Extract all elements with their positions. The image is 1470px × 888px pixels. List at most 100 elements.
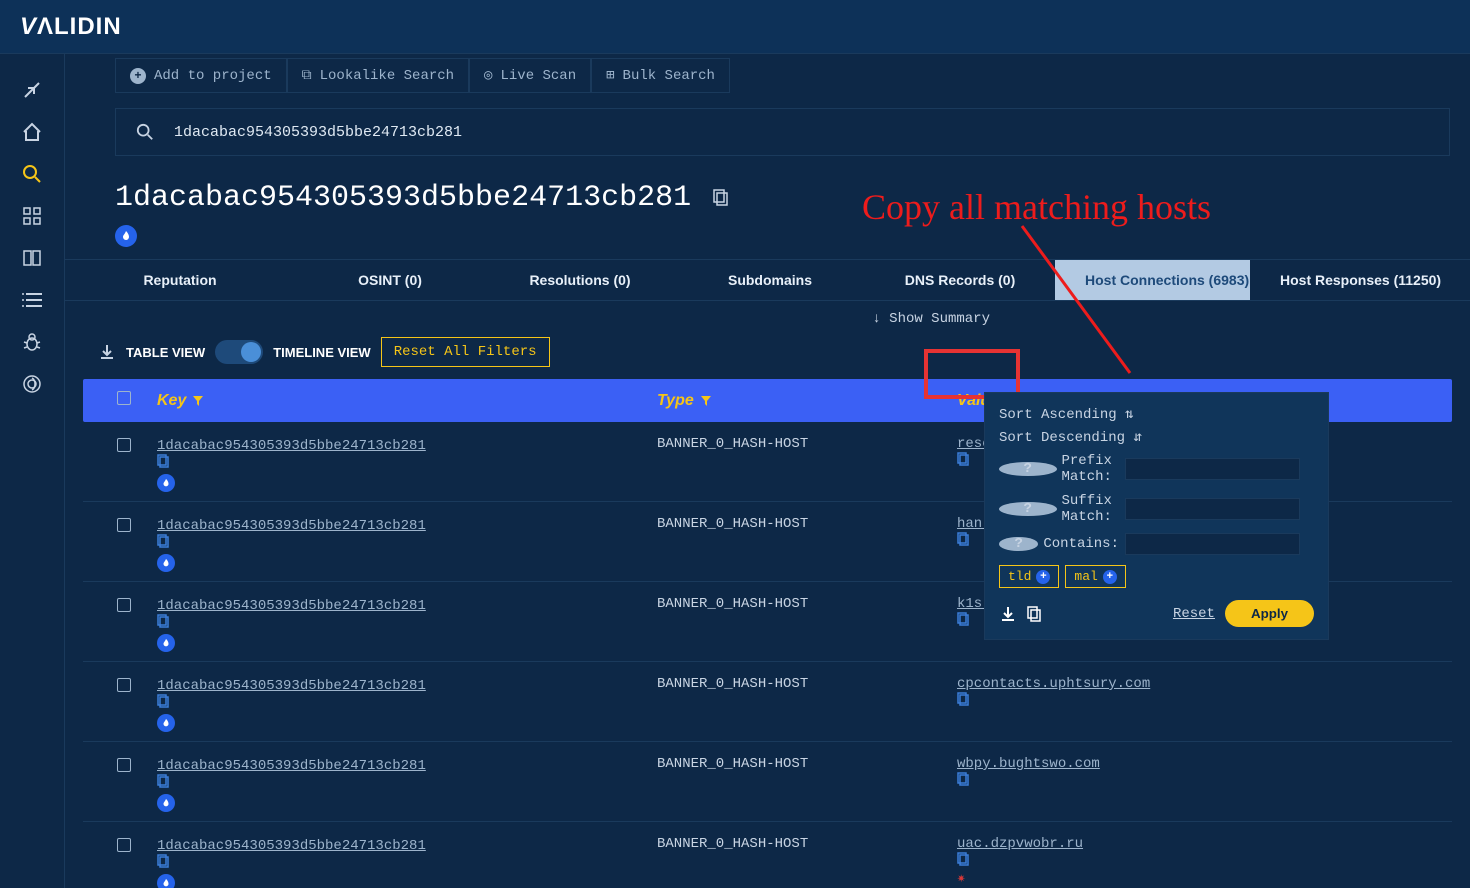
sort-ascending[interactable]: Sort Ascending ⇅ xyxy=(999,403,1314,426)
copy-icon[interactable] xyxy=(157,614,657,628)
download-all-icon[interactable] xyxy=(98,343,116,361)
filter-chip-mal[interactable]: mal+ xyxy=(1065,565,1125,588)
column-type[interactable]: Type xyxy=(657,392,957,410)
search-icon[interactable] xyxy=(21,163,43,185)
add-chip-icon: + xyxy=(1103,570,1117,584)
row-checkbox[interactable] xyxy=(117,598,131,612)
row-checkbox[interactable] xyxy=(117,518,131,532)
add-to-project-button[interactable]: + Add to project xyxy=(115,58,287,93)
copy-icon[interactable] xyxy=(157,854,657,868)
filter-apply-button[interactable]: Apply xyxy=(1225,600,1314,627)
tab-osint[interactable]: OSINT (0) xyxy=(295,260,485,300)
copy-filtered-icon[interactable] xyxy=(1027,606,1043,622)
row-type: BANNER_0_HASH-HOST xyxy=(657,516,957,532)
sort-desc-icon: ⇵ xyxy=(1133,430,1141,446)
lookalike-label: Lookalike Search xyxy=(320,68,454,84)
scan-icon: ◎ xyxy=(484,67,492,84)
threat-badge-icon xyxy=(157,474,175,492)
threat-badge-icon xyxy=(157,634,175,652)
row-checkbox[interactable] xyxy=(117,678,131,692)
row-value-link[interactable]: wbpy.bughtswo.com xyxy=(957,756,1100,772)
download-filtered-icon[interactable] xyxy=(999,605,1017,623)
bulk-search-label: Bulk Search xyxy=(623,68,715,84)
row-key-link[interactable]: 1dacabac954305393d5bbe24713cb281 xyxy=(157,438,426,454)
copy-icon[interactable] xyxy=(157,774,657,788)
copy-icon[interactable] xyxy=(957,692,1158,706)
arrow-down-icon: ↓ xyxy=(872,311,880,327)
threat-badge-icon xyxy=(157,714,175,732)
row-key-link[interactable]: 1dacabac954305393d5bbe24713cb281 xyxy=(157,838,426,854)
threat-badge xyxy=(115,225,137,247)
lookalike-search-button[interactable]: ⧉ Lookalike Search xyxy=(287,58,469,93)
tab-dns-records[interactable]: DNS Records (0) xyxy=(865,260,1055,300)
table-row: 1dacabac954305393d5bbe24713cb281 BANNER_… xyxy=(83,822,1452,888)
search-value: 1dacabac954305393d5bbe24713cb281 xyxy=(174,124,462,141)
copy-icon[interactable] xyxy=(157,534,657,548)
copy-stack-icon: ⧉ xyxy=(302,68,312,84)
sidebar xyxy=(0,54,65,888)
prefix-match-input[interactable] xyxy=(1125,458,1300,480)
home-icon[interactable] xyxy=(21,121,43,143)
copy-title-icon[interactable] xyxy=(713,189,731,207)
column-key[interactable]: Key xyxy=(157,392,657,410)
tab-host-responses[interactable]: Host Responses (11250) xyxy=(1250,260,1445,300)
select-all-checkbox[interactable] xyxy=(117,391,131,405)
row-key-link[interactable]: 1dacabac954305393d5bbe24713cb281 xyxy=(157,678,426,694)
page-title: 1dacabac954305393d5bbe24713cb281 xyxy=(115,181,691,215)
row-checkbox[interactable] xyxy=(117,758,131,772)
help-icon[interactable]: ? xyxy=(999,537,1038,551)
threat-badge-icon xyxy=(157,874,175,888)
row-checkbox[interactable] xyxy=(117,438,131,452)
copy-icon[interactable] xyxy=(957,852,1091,866)
threat-badge-icon xyxy=(157,554,175,572)
grid-icon[interactable] xyxy=(21,205,43,227)
show-summary-toggle[interactable]: ↓ Show Summary xyxy=(872,311,990,327)
filter-icon xyxy=(700,395,712,407)
help-icon[interactable]: ? xyxy=(999,502,1057,516)
copy-icon[interactable] xyxy=(957,772,1108,786)
row-key-link[interactable]: 1dacabac954305393d5bbe24713cb281 xyxy=(157,518,426,534)
grid-small-icon: ⊞ xyxy=(606,67,614,84)
table-row: 1dacabac954305393d5bbe24713cb281 BANNER_… xyxy=(83,742,1452,822)
suffix-match-input[interactable] xyxy=(1125,498,1300,520)
search-icon xyxy=(136,123,154,141)
plus-icon: + xyxy=(130,68,146,84)
list-icon[interactable] xyxy=(21,289,43,311)
tab-reputation[interactable]: Reputation xyxy=(65,260,295,300)
searchbar[interactable]: 1dacabac954305393d5bbe24713cb281 xyxy=(115,108,1450,156)
row-type: BANNER_0_HASH-HOST xyxy=(657,436,957,452)
copy-icon[interactable] xyxy=(157,454,657,468)
tab-resolutions[interactable]: Resolutions (0) xyxy=(485,260,675,300)
view-toggle[interactable] xyxy=(215,340,263,364)
bug-icon[interactable] xyxy=(21,331,43,353)
row-value-link[interactable]: cpcontacts.uphtsury.com xyxy=(957,676,1150,692)
copy-icon[interactable] xyxy=(157,694,657,708)
row-type: BANNER_0_HASH-HOST xyxy=(657,836,957,852)
expand-icon[interactable] xyxy=(21,79,43,101)
tabs: Reputation OSINT (0) Resolutions (0) Sub… xyxy=(65,259,1470,301)
help-icon[interactable]: ? xyxy=(999,462,1057,476)
live-scan-button[interactable]: ◎ Live Scan xyxy=(469,58,591,93)
filter-reset-link[interactable]: Reset xyxy=(1173,606,1215,622)
contains-input[interactable] xyxy=(1125,533,1300,555)
value-filter-popup: Sort Ascending ⇅ Sort Descending ⇵ ?Pref… xyxy=(984,392,1329,640)
panels-icon[interactable] xyxy=(21,247,43,269)
reset-all-filters-button[interactable]: Reset All Filters xyxy=(381,337,550,367)
row-type: BANNER_0_HASH-HOST xyxy=(657,756,957,772)
threat-badge-icon xyxy=(157,794,175,812)
row-key-link[interactable]: 1dacabac954305393d5bbe24713cb281 xyxy=(157,598,426,614)
sort-descending[interactable]: Sort Descending ⇵ xyxy=(999,426,1314,449)
row-type: BANNER_0_HASH-HOST xyxy=(657,596,957,612)
filter-chip-tld[interactable]: tld+ xyxy=(999,565,1059,588)
annotation-text: Copy all matching hosts xyxy=(862,186,1211,228)
bulk-search-button[interactable]: ⊞ Bulk Search xyxy=(591,58,730,93)
row-value-link[interactable]: uac.dzpvwobr.ru xyxy=(957,836,1083,852)
sort-asc-icon: ⇅ xyxy=(1125,407,1133,423)
tab-subdomains[interactable]: Subdomains xyxy=(675,260,865,300)
row-type: BANNER_0_HASH-HOST xyxy=(657,676,957,692)
table-row: 1dacabac954305393d5bbe24713cb281 BANNER_… xyxy=(83,662,1452,742)
tab-host-connections[interactable]: Host Connections (6983) xyxy=(1055,260,1250,300)
row-checkbox[interactable] xyxy=(117,838,131,852)
target-icon[interactable] xyxy=(21,373,43,395)
row-key-link[interactable]: 1dacabac954305393d5bbe24713cb281 xyxy=(157,758,426,774)
